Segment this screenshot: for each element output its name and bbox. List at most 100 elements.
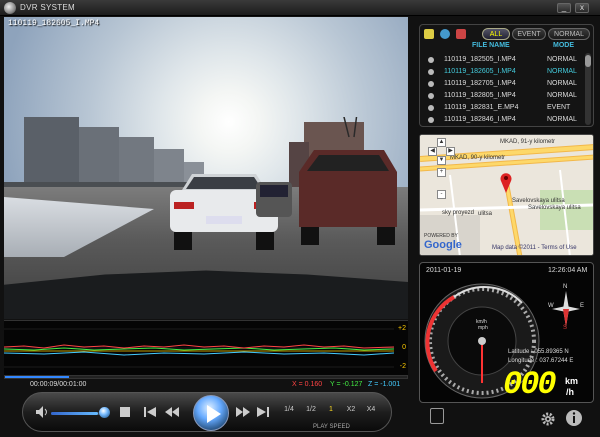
close-button[interactable]: x xyxy=(575,3,589,13)
map-pan-up[interactable]: ▲ xyxy=(437,138,446,147)
row-bullet-icon xyxy=(428,117,434,123)
map-panel[interactable]: MKAD, 91-y kilometr MKAD, 90-y kilometr … xyxy=(419,134,594,256)
row-mode: NORMAL xyxy=(547,68,577,75)
map-attribution[interactable]: Map data ©2011 - Terms of Use xyxy=(492,245,577,251)
row-file-name: 110119_182505_I.MP4 xyxy=(444,56,516,63)
row-bullet-icon xyxy=(428,93,434,99)
file-list-row[interactable]: 110119_182505_I.MP4 NORMAL xyxy=(424,54,584,66)
speed-double[interactable]: X2 xyxy=(342,406,360,413)
video-filename: 110119_182605_I.MP4 xyxy=(8,19,100,28)
file-list-row[interactable]: 110119_182831_E.MP4 EVENT xyxy=(424,102,584,114)
title-bar: DVR SYSTEM _ x xyxy=(0,0,600,16)
tab-normal[interactable]: NORMAL xyxy=(548,28,590,40)
graph-tick-mid: 0 xyxy=(402,344,406,351)
video-car-far xyxy=(256,182,292,217)
g-sensor-x: X = 0.160 xyxy=(292,381,323,388)
tab-all[interactable]: ALL xyxy=(482,28,510,40)
g-sensor-z: Z = -1.001 xyxy=(368,381,401,388)
map-label-street-1: Savelovskaya ulitsa xyxy=(512,198,565,204)
row-bullet-icon xyxy=(428,69,434,75)
video-car-right xyxy=(299,150,397,245)
map-label-road-1: MKAD, 91-y kilometr xyxy=(500,139,556,145)
row-mode: NORMAL xyxy=(547,92,577,99)
row-bullet-icon xyxy=(428,57,434,63)
file-list-row[interactable]: 110119_182846_I.MP4 NORMAL xyxy=(424,114,584,126)
stop-icon[interactable] xyxy=(120,407,130,417)
backup-icon[interactable] xyxy=(440,29,450,39)
map-label-street-3: ulitsa xyxy=(478,211,493,217)
file-list-row[interactable]: 110119_182805_I.MP4 NORMAL xyxy=(424,90,584,102)
row-file-name: 110119_182831_E.MP4 xyxy=(444,104,519,111)
volume-knob[interactable] xyxy=(99,407,110,418)
speed-normal[interactable]: 1 xyxy=(322,406,340,413)
settings-gear-icon[interactable] xyxy=(540,411,556,427)
play-button[interactable] xyxy=(193,395,229,431)
folder-icon[interactable] xyxy=(424,29,434,39)
compass-n: N xyxy=(563,284,568,290)
compass-s: S xyxy=(563,325,568,331)
speed-quarter[interactable]: 1/4 xyxy=(280,406,298,413)
info-icon[interactable] xyxy=(565,409,583,427)
rewind-icon[interactable] xyxy=(164,406,180,418)
speed-gauge-panel: 2011-01-19 12:26:04 AM km/h mph N W E S … xyxy=(419,262,594,403)
volume-slider[interactable] xyxy=(51,412,103,415)
compass-e: E xyxy=(580,303,585,309)
row-file-name: 110119_182846_I.MP4 xyxy=(444,116,516,123)
compass-w: W xyxy=(548,303,554,309)
file-list-panel: ALL EVENT NORMAL FILE NAME MODE 110119_1… xyxy=(419,24,594,127)
delete-icon[interactable] xyxy=(456,29,466,39)
gauge-date: 2011-01-19 xyxy=(426,267,462,274)
play-speed-label: PLAY SPEED xyxy=(313,424,350,430)
dial-unit-mph: mph xyxy=(478,325,488,331)
map-pan-down[interactable]: ▼ xyxy=(437,156,446,165)
row-file-name: 110119_182705_I.MP4 xyxy=(444,80,516,87)
row-mode: NORMAL xyxy=(547,56,577,63)
play-icon xyxy=(207,405,221,423)
gauge-longitude: Longitude : 037.67244 E xyxy=(508,358,574,364)
minimize-button[interactable]: _ xyxy=(557,3,571,13)
g-sensor-y: Y = -0.127 xyxy=(330,381,363,388)
map-pan-right[interactable]: ▶ xyxy=(446,147,455,156)
sd-card-icon[interactable] xyxy=(430,408,444,424)
map-pan-left[interactable]: ◀ xyxy=(428,147,437,156)
volume-slider-fill xyxy=(51,412,98,415)
row-file-name: 110119_182605_I.MP4 xyxy=(444,68,516,75)
file-list-scroll-thumb[interactable] xyxy=(585,55,591,67)
column-mode[interactable]: MODE xyxy=(553,42,574,49)
volume-icon[interactable] xyxy=(35,405,49,419)
map-zoom-in[interactable]: + xyxy=(437,168,446,177)
speed-quadruple[interactable]: X4 xyxy=(362,406,380,413)
window-title: DVR SYSTEM xyxy=(20,3,76,12)
column-file-name[interactable]: FILE NAME xyxy=(472,42,510,49)
skip-previous-icon[interactable] xyxy=(143,406,157,418)
gauge-latitude: Latitude : 055.89365 N xyxy=(508,349,569,355)
file-list-row[interactable]: 110119_182605_I.MP4 NORMAL xyxy=(424,66,584,78)
speed-readout: 000 xyxy=(503,366,557,403)
seek-bar-fill xyxy=(5,376,70,378)
file-list-scrollbar[interactable] xyxy=(585,53,591,125)
map-location-pin-icon xyxy=(500,173,512,193)
graph-tick-top: +2 xyxy=(398,325,406,332)
map-label-road-2: MKAD, 90-y kilometr xyxy=(450,155,506,161)
row-file-name: 110119_182805_I.MP4 xyxy=(444,92,516,99)
g-sensor-graph: +2 0 -2 xyxy=(3,320,408,376)
map-label-street-4: sky proyezd xyxy=(442,210,475,216)
app-logo xyxy=(4,2,16,14)
row-mode: NORMAL xyxy=(547,116,577,123)
seek-bar[interactable] xyxy=(4,375,408,379)
graph-tick-bottom: -2 xyxy=(399,363,406,370)
map-label-street-2: Savelovskaya ulitsa xyxy=(528,205,581,211)
video-player[interactable]: 110119_182605_I.MP4 xyxy=(4,17,408,319)
row-mode: EVENT xyxy=(547,104,571,111)
row-mode: NORMAL xyxy=(547,80,577,87)
speed-unit-h: /h xyxy=(566,387,574,397)
tab-event[interactable]: EVENT xyxy=(512,28,546,40)
file-list-row[interactable]: 110119_182705_I.MP4 NORMAL xyxy=(424,78,584,90)
fast-forward-icon[interactable] xyxy=(235,406,251,418)
g-sensor-lines xyxy=(3,328,395,368)
google-logo: Google xyxy=(424,239,462,251)
row-bullet-icon xyxy=(428,105,434,111)
speed-half[interactable]: 1/2 xyxy=(302,406,320,413)
skip-next-icon[interactable] xyxy=(256,406,270,418)
map-zoom-out[interactable]: - xyxy=(437,190,446,199)
